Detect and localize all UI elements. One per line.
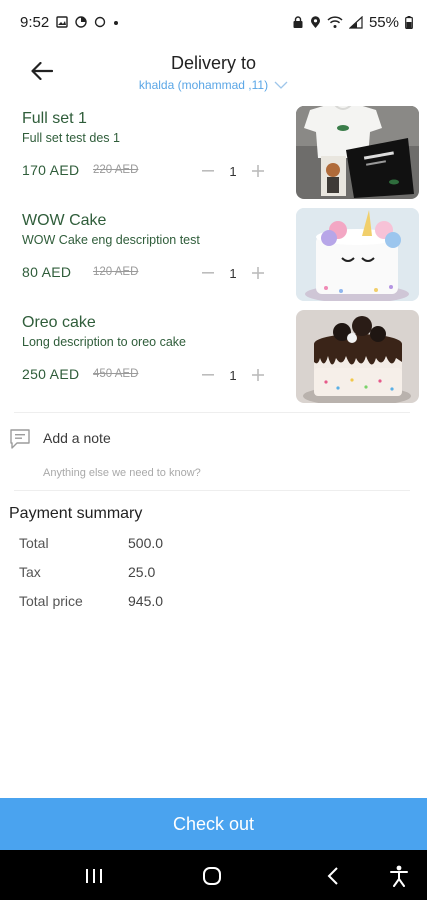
status-bar: 9:52 55%: [0, 0, 427, 44]
payment-row-total: Total 500.0: [19, 535, 319, 555]
decrease-button[interactable]: [197, 160, 219, 182]
divider: [14, 412, 410, 413]
home-button[interactable]: [199, 863, 225, 889]
plus-icon: [252, 165, 264, 177]
payment-row-total-price: Total price 945.0: [19, 593, 319, 613]
signal-icon: [348, 15, 363, 29]
minus-icon: [202, 170, 214, 172]
accessibility-button[interactable]: [386, 863, 412, 889]
item-price: 170 AED: [22, 162, 80, 178]
increase-button[interactable]: [247, 262, 269, 284]
add-note-button[interactable]: Add a note: [43, 430, 111, 446]
item-price: 80 AED: [22, 264, 72, 280]
plus-icon: [252, 267, 264, 279]
item-name: WOW Cake: [22, 212, 107, 229]
note-section[interactable]: Add a note Anything else we need to know…: [0, 422, 427, 486]
payment-value: 500.0: [128, 535, 164, 551]
payment-label: Tax: [19, 564, 41, 580]
item-old-price: 220 AED: [93, 164, 139, 176]
header: Delivery to khalda (mohammad ,11): [0, 44, 427, 100]
quantity-value: 1: [229, 367, 237, 383]
increase-button[interactable]: [247, 364, 269, 386]
item-old-price: 450 AED: [93, 368, 139, 380]
item-name: Oreo cake: [22, 314, 96, 331]
item-price: 250 AED: [22, 366, 80, 382]
status-time: 9:52: [20, 13, 50, 31]
lock-alarm-icon: [293, 15, 303, 28]
minus-icon: [202, 374, 214, 376]
clothing-set-photo: [296, 106, 419, 199]
delivery-address-selector[interactable]: khalda (mohammad ,11): [0, 78, 427, 92]
comment-icon: [10, 429, 30, 449]
quantity-value: 1: [229, 163, 237, 179]
payment-value: 25.0: [128, 564, 156, 580]
item-description: Full set test des 1: [22, 131, 120, 145]
payment-row-tax: Tax 25.0: [19, 564, 319, 584]
system-nav-bar: [0, 850, 427, 900]
wifi-icon: [327, 15, 343, 28]
chevron-down-icon: [274, 81, 288, 89]
note-input[interactable]: Anything else we need to know?: [43, 467, 201, 479]
oreo-cake-photo: [296, 310, 419, 403]
back-nav-button[interactable]: [320, 863, 346, 889]
quantity-stepper: 1: [197, 364, 269, 386]
battery-icon: [405, 15, 413, 29]
increase-button[interactable]: [247, 160, 269, 182]
gallery-icon: [56, 16, 68, 28]
divider: [14, 490, 410, 491]
quantity-stepper: 1: [197, 262, 269, 284]
payment-summary-title: Payment summary: [9, 505, 143, 522]
delivery-address: khalda (mohammad ,11): [138, 78, 269, 92]
payment-label: Total price: [19, 593, 83, 609]
accessibility-icon: [390, 865, 408, 887]
recent-apps-button[interactable]: [81, 863, 107, 889]
data-saver-icon: [75, 16, 87, 28]
page-title: Delivery to: [170, 53, 257, 73]
minus-icon: [202, 272, 214, 274]
sync-icon: [95, 16, 106, 28]
item-name: Full set 1: [22, 110, 87, 127]
cart-item[interactable]: WOW Cake WOW Cake eng description test 8…: [0, 206, 427, 308]
item-old-price: 120 AED: [93, 266, 139, 278]
plus-icon: [252, 369, 264, 381]
location-icon: [310, 15, 320, 28]
cart-item[interactable]: Oreo cake Long description to oreo cake …: [0, 308, 427, 410]
decrease-button[interactable]: [197, 364, 219, 386]
battery-percent: 55%: [368, 13, 399, 31]
dot-icon: [114, 21, 119, 25]
back-nav-icon: [327, 867, 338, 885]
quantity-stepper: 1: [197, 160, 269, 182]
payment-value: 945.0: [128, 593, 164, 609]
payment-label: Total: [19, 535, 49, 551]
home-icon: [203, 867, 221, 885]
recent-apps-icon: [86, 869, 102, 883]
item-description: Long description to oreo cake: [22, 335, 186, 349]
cart-screen: 9:52 55% Delivery to khalda (mohammad ,1…: [0, 0, 427, 900]
decrease-button[interactable]: [197, 262, 219, 284]
item-description: WOW Cake eng description test: [22, 233, 200, 247]
unicorn-cake-photo: [296, 208, 419, 301]
checkout-button[interactable]: Check out: [0, 798, 427, 850]
quantity-value: 1: [229, 265, 237, 281]
cart-items: Full set 1 Full set test des 1 170 AED 2…: [0, 104, 427, 410]
cart-item[interactable]: Full set 1 Full set test des 1 170 AED 2…: [0, 104, 427, 206]
